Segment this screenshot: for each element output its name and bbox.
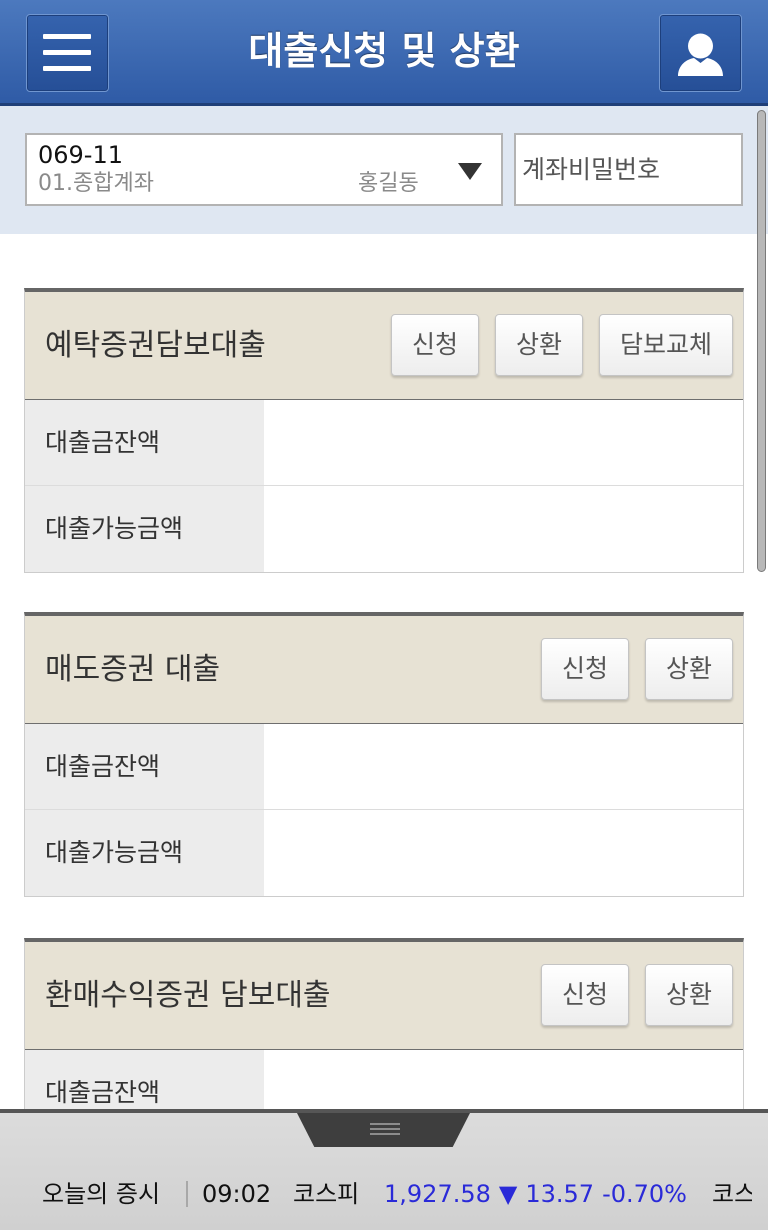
account-type: 01.종합계좌 [38, 171, 154, 196]
section-header: 환매수익증권 담보대출 신청 상환 [25, 942, 743, 1050]
section-header: 예탁증권담보대출 신청 상환 담보교체 [25, 292, 743, 400]
row-label: 대출가능금액 [25, 810, 264, 896]
section-actions: 신청 상환 담보교체 [390, 314, 733, 376]
menu-icon-bar [43, 50, 91, 55]
account-select[interactable]: 069-11 01.종합계좌 홍길동 [25, 133, 503, 206]
ticker-change: 13.57 [525, 1180, 595, 1208]
caret-down-icon [458, 163, 482, 180]
ticker-time: 09:02 [202, 1180, 272, 1208]
section-repurchase-securities-loan: 환매수익증권 담보대출 신청 상환 대출금잔액 [24, 938, 744, 1137]
user-button[interactable] [659, 14, 742, 92]
menu-icon-bar [43, 66, 91, 71]
grip-icon-line [370, 1133, 400, 1135]
section-header: 매도증권 대출 신청 상환 [25, 616, 743, 724]
scrollbar[interactable] [757, 110, 766, 572]
row-value [264, 400, 743, 485]
repay-button[interactable]: 상환 [494, 314, 583, 376]
section-actions: 신청 상환 [540, 638, 733, 700]
ticker-next-index-name: 코스 [712, 1180, 752, 1208]
section-title: 환매수익증권 담보대출 [45, 978, 331, 1013]
row-value [264, 810, 743, 896]
ticker-quote: 1,927.58 ▼ 13.57 -0.70% [384, 1177, 695, 1211]
section-title: 예탁증권담보대출 [45, 328, 266, 363]
repay-button[interactable]: 상환 [644, 638, 733, 700]
menu-button[interactable] [26, 14, 109, 92]
table-row: 대출금잔액 [25, 724, 743, 810]
account-owner: 홍길동 [358, 171, 419, 196]
apply-button[interactable]: 신청 [540, 964, 629, 1026]
grip-icon-line [370, 1128, 400, 1130]
row-value [264, 724, 743, 809]
repay-button[interactable]: 상환 [644, 964, 733, 1026]
ticker-change-pct: -0.70% [602, 1180, 687, 1208]
ticker-divider [186, 1181, 188, 1207]
table-row: 대출금잔액 [25, 400, 743, 486]
ticker-index-value: 1,927.58 [384, 1180, 491, 1208]
grip-icon [370, 1123, 400, 1125]
ticker-index-name: 코스피 [293, 1180, 360, 1208]
user-icon [678, 33, 723, 76]
page-title: 대출신청 및 상환 [248, 29, 520, 73]
apply-button[interactable]: 신청 [540, 638, 629, 700]
row-label: 대출금잔액 [25, 724, 264, 809]
ticker[interactable]: 오늘의 증시 09:02 코스피 1,927.58 ▼ 13.57 -0.70% 코스 [0, 1177, 752, 1211]
ticker-label: 오늘의 증시 [42, 1180, 161, 1208]
account-number: 069-11 [38, 141, 124, 169]
table-row: 대출가능금액 [25, 486, 743, 572]
down-arrow-icon: ▼ [498, 1180, 518, 1208]
account-password-input[interactable] [516, 135, 741, 204]
drawer-handle[interactable] [297, 1113, 470, 1147]
app-header: 대출신청 및 상환 [0, 0, 768, 106]
apply-button[interactable]: 신청 [390, 314, 479, 376]
market-ticker-bar: 오늘의 증시 09:02 코스피 1,927.58 ▼ 13.57 -0.70% 코스 [0, 1109, 768, 1230]
collateral-swap-button[interactable]: 담보교체 [598, 314, 733, 376]
section-title: 매도증권 대출 [45, 652, 221, 687]
password-field-container [514, 133, 743, 206]
row-label: 대출금잔액 [25, 400, 264, 485]
section-deposit-securities-loan: 예탁증권담보대출 신청 상환 담보교체 대출금잔액 대출가능금액 [24, 288, 744, 573]
table-row: 대출가능금액 [25, 810, 743, 896]
row-label: 대출가능금액 [25, 486, 264, 572]
menu-icon [43, 34, 91, 39]
row-value [264, 486, 743, 572]
section-actions: 신청 상환 [540, 964, 733, 1026]
section-sold-securities-loan: 매도증권 대출 신청 상환 대출금잔액 대출가능금액 [24, 612, 744, 897]
